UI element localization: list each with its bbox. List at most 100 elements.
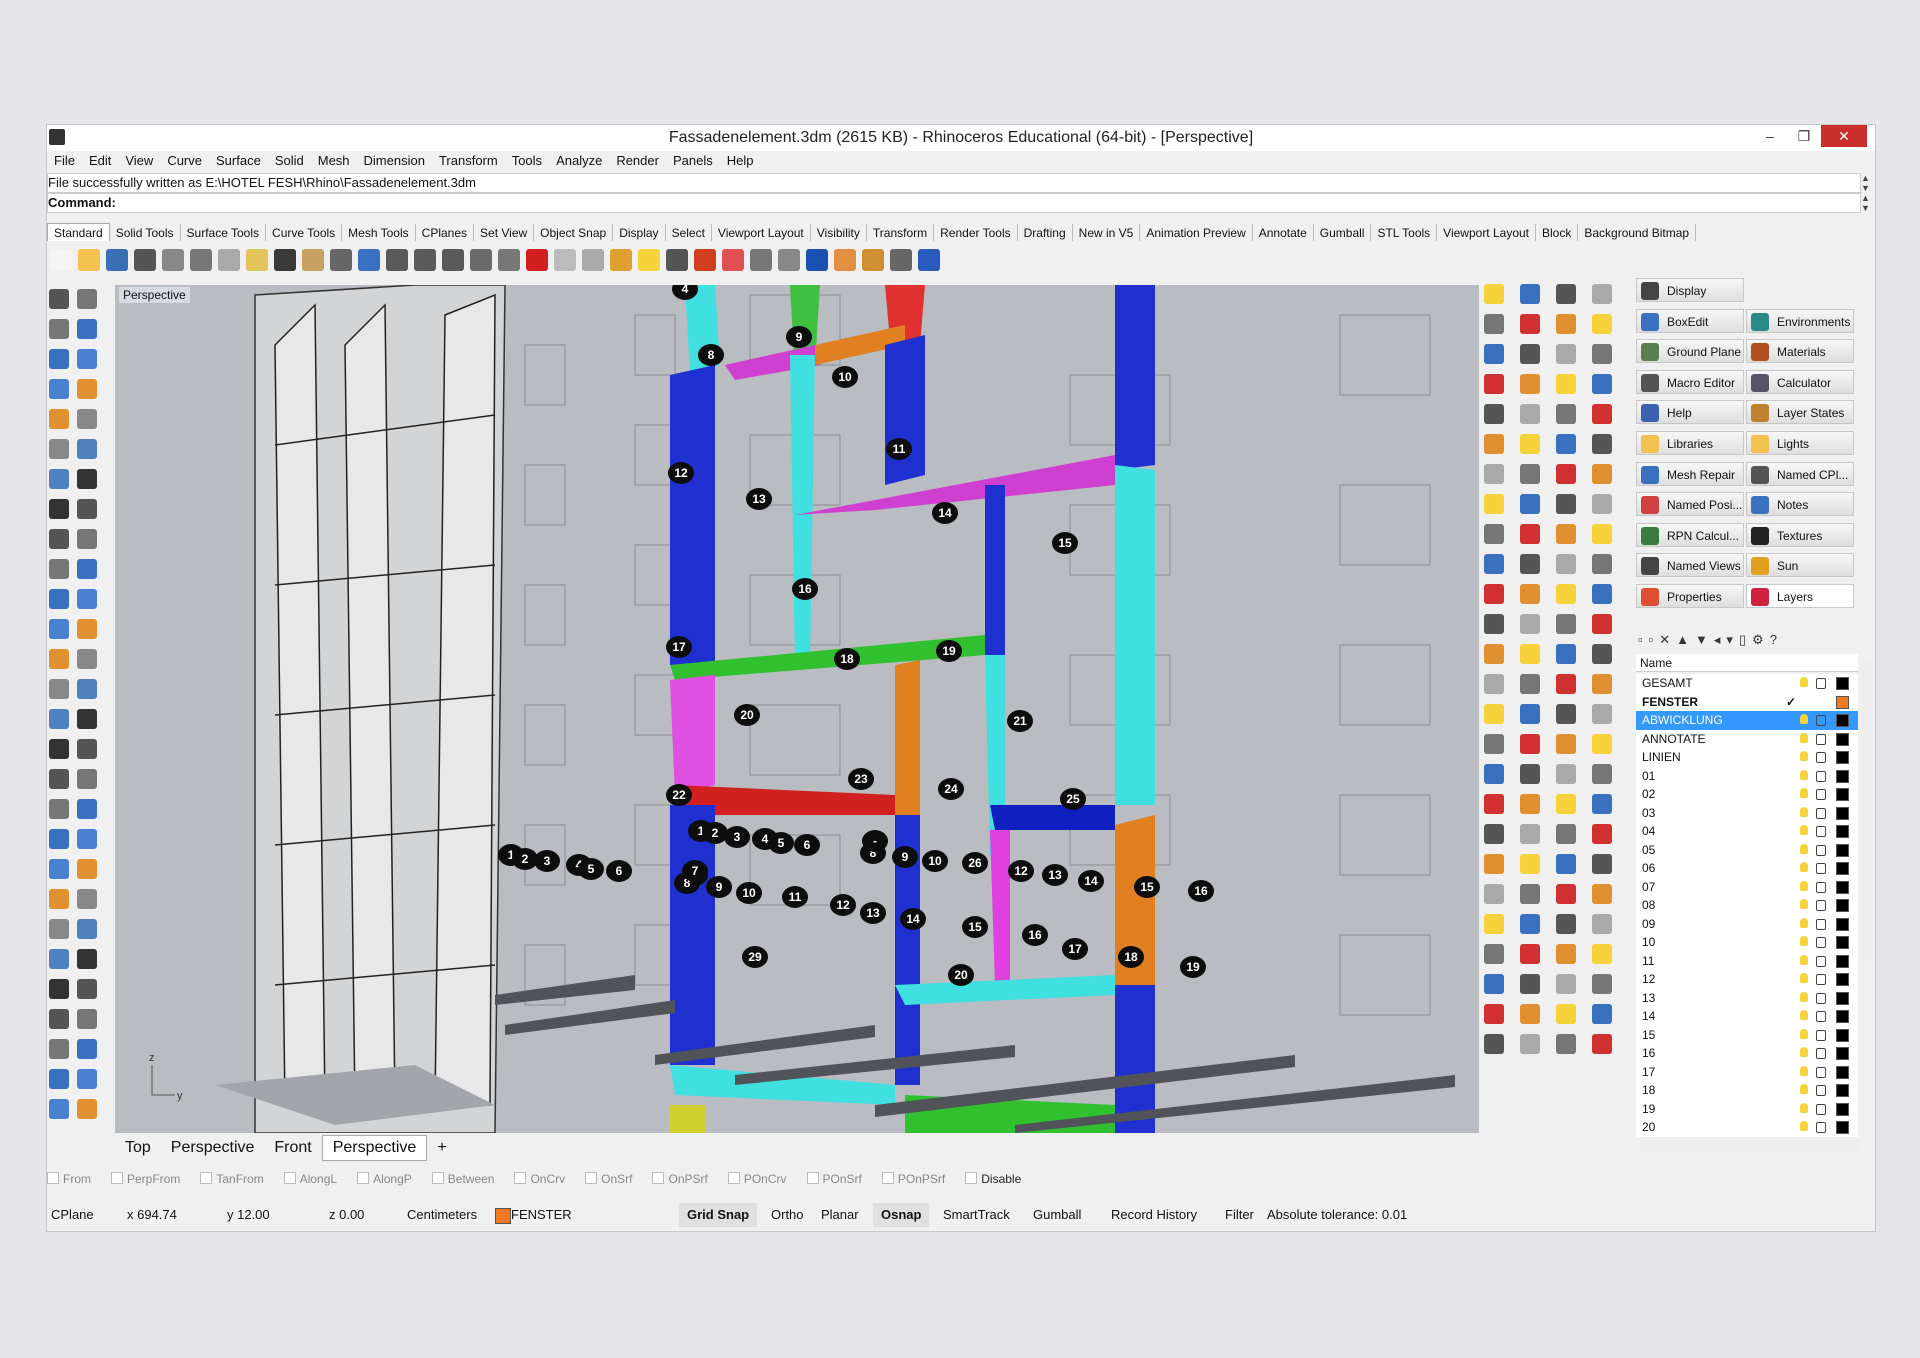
- menu-panels[interactable]: Panels: [666, 151, 720, 171]
- layer-row[interactable]: 19: [1636, 1100, 1858, 1119]
- tool-icon-3[interactable]: [49, 319, 69, 339]
- layer-color-swatch[interactable]: [1836, 732, 1849, 746]
- side-tool-icon-14[interactable]: [1484, 674, 1504, 694]
- lock-icon[interactable]: [1816, 881, 1826, 893]
- tool-icon-26[interactable]: [77, 649, 97, 669]
- tool-icon-31[interactable]: [49, 739, 69, 759]
- zoom-selected-icon[interactable]: [442, 249, 464, 271]
- side-tool-icon-7[interactable]: [1484, 464, 1504, 484]
- tool-icon-4[interactable]: [77, 319, 97, 339]
- menu-help[interactable]: Help: [720, 151, 761, 171]
- tool-icon-29[interactable]: [49, 709, 69, 729]
- side-tool-icon-6[interactable]: [1484, 434, 1504, 454]
- side-tool-icon-10[interactable]: [1484, 554, 1504, 574]
- layer-color-swatch[interactable]: [1836, 917, 1849, 931]
- osnap-checkbox[interactable]: [965, 1172, 978, 1184]
- lock-icon[interactable]: [1816, 937, 1826, 948]
- layer-row[interactable]: 09: [1636, 915, 1858, 934]
- lock-icon[interactable]: [1816, 826, 1826, 837]
- grid-snap-toggle[interactable]: Grid Snap: [679, 1203, 758, 1227]
- side-tool-icon-80[interactable]: [1592, 314, 1612, 334]
- tool-icon-40[interactable]: [77, 859, 97, 879]
- side-tool-icon-15[interactable]: [1484, 704, 1504, 724]
- layer-row[interactable]: 16: [1636, 1044, 1858, 1063]
- side-tool-icon-53[interactable]: [1556, 284, 1576, 304]
- tool-icon-43[interactable]: [49, 919, 69, 939]
- menu-mesh[interactable]: Mesh: [311, 151, 357, 171]
- osnap-perpfrom[interactable]: PerpFrom: [111, 1169, 190, 1189]
- panel-materials[interactable]: Materials: [1746, 339, 1854, 364]
- side-tool-icon-90[interactable]: [1592, 614, 1612, 634]
- bulb-icon[interactable]: [1800, 1065, 1808, 1076]
- osnap-ponpsrf[interactable]: POnPSrf: [881, 1169, 955, 1189]
- side-tool-icon-74[interactable]: [1556, 914, 1576, 934]
- bulb-icon[interactable]: [1800, 751, 1808, 761]
- toolbar-tab-gumball[interactable]: Gumball: [1314, 224, 1372, 241]
- tool-icon-45[interactable]: [49, 949, 69, 969]
- side-tool-icon-18[interactable]: [1484, 794, 1504, 814]
- ortho-toggle[interactable]: Ortho: [771, 1203, 804, 1227]
- layer-color-swatch[interactable]: [1836, 880, 1849, 894]
- side-tool-icon-17[interactable]: [1484, 764, 1504, 784]
- bulb-icon[interactable]: [1800, 1010, 1808, 1020]
- lock-icon[interactable]: [1816, 807, 1826, 819]
- side-tool-icon-61[interactable]: [1556, 524, 1576, 544]
- layer-color-swatch[interactable]: [1836, 899, 1849, 912]
- side-tool-icon-38[interactable]: [1520, 614, 1540, 634]
- side-tool-icon-88[interactable]: [1592, 554, 1612, 574]
- layer-row[interactable]: 03: [1636, 804, 1858, 823]
- side-tool-icon-24[interactable]: [1484, 974, 1504, 994]
- move-icon[interactable]: [330, 249, 352, 271]
- toolbar-tab-annotate[interactable]: Annotate: [1253, 224, 1314, 241]
- side-tool-icon-84[interactable]: [1592, 434, 1612, 454]
- bulb-icon[interactable]: [1800, 899, 1808, 909]
- side-tool-icon-73[interactable]: [1556, 884, 1576, 904]
- tool-icon-16[interactable]: [77, 499, 97, 519]
- bulb-icon[interactable]: [1800, 936, 1808, 946]
- lock-icon[interactable]: [1816, 1085, 1826, 1096]
- panel-notes[interactable]: Notes: [1746, 492, 1854, 517]
- side-tool-icon-68[interactable]: [1556, 734, 1576, 754]
- status-units[interactable]: Centimeters: [407, 1203, 477, 1227]
- toolbar-tab-block[interactable]: Block: [1536, 224, 1579, 241]
- layer-color-swatch[interactable]: [1836, 825, 1849, 838]
- panel-mesh-repair[interactable]: Mesh Repair: [1636, 461, 1744, 486]
- undo-icon[interactable]: [274, 249, 296, 271]
- side-tool-icon-103[interactable]: [1592, 1004, 1612, 1024]
- lock-icon[interactable]: [1816, 1122, 1826, 1133]
- lock-icon[interactable]: [1816, 1011, 1826, 1022]
- layer-color-swatch[interactable]: [1836, 1102, 1849, 1116]
- side-tool-icon-49[interactable]: [1520, 944, 1540, 964]
- bulb-icon[interactable]: [1800, 732, 1808, 743]
- side-tool-icon-58[interactable]: [1556, 434, 1576, 454]
- layer-row[interactable]: 15: [1636, 1026, 1858, 1045]
- layer-row[interactable]: 18: [1636, 1081, 1858, 1100]
- side-tool-icon-12[interactable]: [1484, 614, 1504, 634]
- layer-color-swatch[interactable]: [1836, 1121, 1849, 1134]
- tool-icon-39[interactable]: [49, 859, 69, 879]
- panel-properties[interactable]: Properties: [1636, 584, 1744, 608]
- options-icon[interactable]: [890, 249, 912, 271]
- tool-icon-35[interactable]: [49, 799, 69, 819]
- panel-named-views[interactable]: Named Views: [1636, 553, 1744, 578]
- osnap-checkbox[interactable]: [727, 1172, 740, 1184]
- side-tool-icon-26[interactable]: [1484, 1034, 1504, 1054]
- bulb-icon[interactable]: [1800, 880, 1808, 891]
- tool-icon-38[interactable]: [77, 829, 97, 849]
- bulb-icon[interactable]: [1800, 1102, 1808, 1113]
- tool-icon-11[interactable]: [49, 439, 69, 459]
- command-scroll[interactable]: ▲ ▼ ▲ ▼: [1861, 173, 1873, 213]
- tab-front[interactable]: Front: [264, 1136, 321, 1160]
- osnap-checkbox[interactable]: [283, 1172, 296, 1184]
- layer-row[interactable]: ANNOTATE: [1636, 730, 1858, 749]
- lock-icon[interactable]: [1816, 715, 1826, 726]
- side-tool-icon-43[interactable]: [1520, 764, 1540, 784]
- layer-color-swatch[interactable]: [1836, 788, 1849, 801]
- circle-icon[interactable]: [582, 249, 604, 271]
- osnap-disable[interactable]: Disable: [965, 1169, 1031, 1189]
- lock-icon[interactable]: [1816, 955, 1826, 967]
- tool-icon-48[interactable]: [77, 979, 97, 999]
- side-tool-icon-21[interactable]: [1484, 884, 1504, 904]
- bulb-icon[interactable]: [1800, 917, 1808, 928]
- tool-icon-25[interactable]: [49, 649, 69, 669]
